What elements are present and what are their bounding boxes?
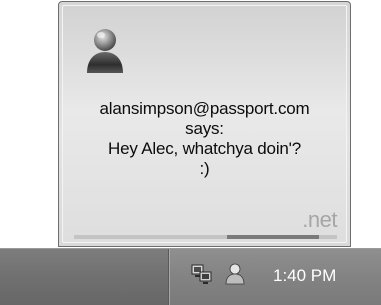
messenger-notification-popup[interactable]: alansimpson@passport.com says: Hey Alec,… <box>58 1 351 247</box>
messenger-tray-icon[interactable] <box>224 263 246 285</box>
says-label: says: <box>185 119 224 138</box>
dotnet-logo: .net <box>302 207 337 232</box>
notification-timer-fill <box>226 235 319 239</box>
system-tray: 1:40 PM <box>168 249 381 305</box>
taskbar[interactable]: 1:40 PM <box>0 248 381 305</box>
taskbar-clock[interactable]: 1:40 PM <box>273 266 336 286</box>
network-connection-icon[interactable] <box>191 263 213 285</box>
notification-message: alansimpson@passport.com says: Hey Alec,… <box>62 99 347 179</box>
notification-timer-bar <box>74 235 337 239</box>
sender-email: alansimpson@passport.com <box>99 99 310 118</box>
message-text: Hey Alec, whatchya doin'? <box>108 139 301 158</box>
messenger-buddy-icon <box>84 25 126 75</box>
notification-body[interactable]: alansimpson@passport.com says: Hey Alec,… <box>62 5 347 243</box>
message-emoticon: :) <box>199 159 210 178</box>
